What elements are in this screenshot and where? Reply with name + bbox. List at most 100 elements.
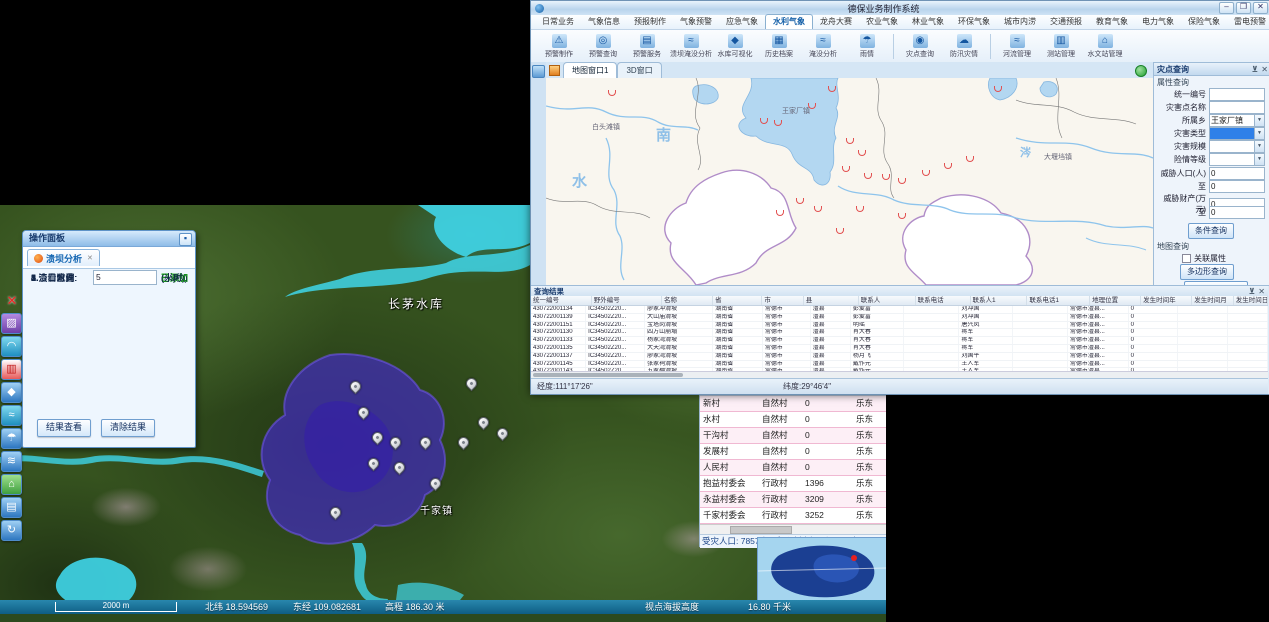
map-tool-button[interactable]: ▨ <box>1 313 22 334</box>
toolbar-button[interactable]: ☁ 防汛灾情 <box>942 34 986 59</box>
overview-inset-map[interactable] <box>757 537 886 600</box>
column-header[interactable]: 省 <box>713 296 762 305</box>
disaster-scale-select[interactable]: ▼ <box>1209 140 1265 153</box>
pin-icon[interactable]: ⊻ <box>1249 287 1256 296</box>
restore-button[interactable]: ❐ <box>1236 2 1251 14</box>
dialog-action-button[interactable]: 清除结果 <box>101 419 155 437</box>
close-button[interactable]: ✕ <box>1253 2 1268 14</box>
close-icon[interactable]: ✕ <box>1258 287 1265 296</box>
village-row[interactable]: 人民村 自然村 0 乐东 <box>700 460 886 476</box>
dialog-action-button[interactable]: 结果查看 <box>37 419 91 437</box>
toolbar-button[interactable]: ◎ 预警查询 <box>581 34 625 59</box>
map-tool-button[interactable]: ☂ <box>1 428 22 449</box>
table-row[interactable]: 430722001134IC34502Z20... 廖家冲滑坡湖南省 常德市澧县… <box>531 306 1268 314</box>
menu-tab[interactable]: 日常业务 <box>535 15 581 29</box>
village-hscrollbar[interactable] <box>700 524 886 534</box>
threat-pop-input[interactable]: 0 <box>1209 167 1265 180</box>
menu-tab[interactable]: 气象预警 <box>673 15 719 29</box>
menu-tab[interactable]: 龙舟大赛 <box>813 15 859 29</box>
globe-button-icon[interactable] <box>1135 65 1147 77</box>
table-row[interactable]: 430722001145IC34502Z20... 张家祠滑坡湖南省 常德市澧县… <box>531 361 1268 369</box>
menu-tab[interactable]: 交通预报 <box>1043 15 1089 29</box>
village-row[interactable]: 永益村委会 行政村 3209 乐东 <box>700 492 886 508</box>
village-row[interactable]: 抱益村委会 行政村 1396 乐东 <box>700 476 886 492</box>
disaster-name-input[interactable] <box>1209 101 1265 114</box>
map-tool-button[interactable]: ◠ <box>1 336 22 357</box>
close-toolbar-button[interactable]: ✕ <box>1 293 23 311</box>
column-header[interactable]: 联系电话 <box>916 296 971 305</box>
toolbar-button[interactable]: ⌂ 水文站管理 <box>1083 34 1127 59</box>
threat-asset-to-input[interactable]: 0 <box>1209 206 1265 219</box>
map-tool-button[interactable]: ≈ <box>1 405 22 426</box>
danger-level-select[interactable]: ▼ <box>1209 153 1265 166</box>
toolbar-button[interactable]: ▦ 历史档案 <box>757 34 801 59</box>
menu-tab[interactable]: 城市内涝 <box>997 15 1043 29</box>
dialog-minimize-button[interactable]: ▪ <box>179 233 192 246</box>
minimize-button[interactable]: – <box>1219 2 1234 14</box>
map-tool-button[interactable]: ▤ <box>1 497 22 518</box>
column-header[interactable]: 发生时间日 <box>1234 296 1268 305</box>
tab-close-icon[interactable]: ✕ <box>87 254 93 262</box>
table-row[interactable]: 430722001133IC34502Z20... 杨家湾滑坡湖南省 常德市澧县… <box>531 337 1268 345</box>
menu-tab[interactable]: 气象信息 <box>581 15 627 29</box>
column-header[interactable]: 县 <box>804 296 859 305</box>
table-row[interactable]: 430722001151IC34502Z20... 宝塔岗滑坡湖南省 常德市澧县… <box>531 322 1268 330</box>
menu-tab[interactable]: 水利气象 <box>765 14 813 29</box>
toolbar-button[interactable]: ◉ 灾点查询 <box>893 34 942 59</box>
assoc-attr-checkbox[interactable] <box>1182 254 1191 263</box>
toolbar-button[interactable]: ≈ 淹没分析 <box>801 34 845 59</box>
menu-tab[interactable]: 保险气象 <box>1181 15 1227 29</box>
menu-tab[interactable]: 应急气象 <box>719 15 765 29</box>
window-titlebar[interactable]: 德保业务制作系统 – ❐ ✕ <box>531 1 1269 15</box>
table-row[interactable]: 430722001137IC34502Z20... 廖家湾滑坡湖南省 常德市澧县… <box>531 353 1268 361</box>
village-row[interactable]: 千家村委会 行政村 3252 乐东 <box>700 508 886 524</box>
menu-tab[interactable]: 林业气象 <box>905 15 951 29</box>
village-row[interactable]: 发展村 自然村 0 乐东 <box>700 444 886 460</box>
column-header[interactable]: 发生时间月 <box>1192 296 1233 305</box>
field-control[interactable]: 5 <box>93 270 157 285</box>
village-row[interactable]: 新村 自然村 0 乐东 <box>700 396 886 412</box>
map-tool-button[interactable]: ≋ <box>1 451 22 472</box>
column-header[interactable]: 联系人 <box>859 296 916 305</box>
column-header[interactable]: 发生时间年 <box>1141 296 1192 305</box>
village-row[interactable]: 干沟村 自然村 0 乐东 <box>700 428 886 444</box>
menu-tab[interactable]: 环保气象 <box>951 15 997 29</box>
pin-icon[interactable]: ⊻ <box>1252 65 1259 74</box>
toolbar-button[interactable]: ⚠ 预警制作 <box>537 34 581 59</box>
menu-tab[interactable]: 雷电预警 <box>1227 15 1269 29</box>
column-header[interactable]: 地理位置 <box>1090 296 1141 305</box>
column-header[interactable]: 名称 <box>662 296 713 305</box>
menu-tab[interactable]: 教育气象 <box>1089 15 1135 29</box>
condition-query-button[interactable]: 条件查询 <box>1188 223 1234 239</box>
column-header[interactable]: 联系电话1 <box>1027 296 1090 305</box>
toolbar-button[interactable]: ◆ 水库可视化 <box>713 34 757 59</box>
column-header[interactable]: 野外编号 <box>592 296 662 305</box>
disaster-type-select[interactable]: ▼ <box>1209 127 1265 140</box>
toolbar-button[interactable]: ▤ 预警服务 <box>625 34 669 59</box>
table-row[interactable]: 430722001135IC34502Z20... 大天湾滑坡湖南省 常德市澧县… <box>531 345 1268 353</box>
toolbar-button[interactable]: ▥ 测站管理 <box>1039 34 1083 59</box>
column-header[interactable]: 统一编号 <box>531 296 592 305</box>
menu-tab[interactable]: 农业气象 <box>859 15 905 29</box>
column-header[interactable]: 市 <box>762 296 803 305</box>
polygon-query-button[interactable]: 多边形查询 <box>1180 264 1234 280</box>
map-tool-button[interactable]: ⌂ <box>1 474 22 495</box>
map-tool-button[interactable]: ▥ <box>1 359 22 380</box>
menu-tab[interactable]: 预报制作 <box>627 15 673 29</box>
tab-dam-break-analysis[interactable]: 溃坝分析 ✕ <box>27 249 100 266</box>
toolbar-button[interactable]: ≈ 溃坝淹没分析 <box>669 34 713 59</box>
map-tool-button[interactable]: ↻ <box>1 520 22 541</box>
village-row[interactable]: 水村 自然村 0 乐东 <box>700 412 886 428</box>
map-tool-button[interactable]: ◆ <box>1 382 22 403</box>
table-row[interactable]: 430722001130IC34502Z20... 四方山崩塌湖南省 常德市澧县… <box>531 329 1268 337</box>
uid-input[interactable] <box>1209 88 1265 101</box>
map-view-tab[interactable]: 3D窗口 <box>617 62 661 78</box>
column-header[interactable]: 联系人1 <box>971 296 1028 305</box>
close-icon[interactable]: ✕ <box>1261 65 1268 74</box>
gis-map-view[interactable]: 白头滩镇南水王家厂镇涔大堰垱镇 <box>546 78 1154 285</box>
table-row[interactable]: 430722001139IC34502Z20... 大山庙滑坡湖南省 常德市澧县… <box>531 314 1268 322</box>
threat-pop-to-input[interactable]: 0 <box>1209 180 1265 193</box>
township-select[interactable]: 王家厂镇▼ <box>1209 114 1265 127</box>
map-view-tab[interactable]: 地图窗口1 <box>563 62 617 78</box>
menu-tab[interactable]: 电力气象 <box>1135 15 1181 29</box>
